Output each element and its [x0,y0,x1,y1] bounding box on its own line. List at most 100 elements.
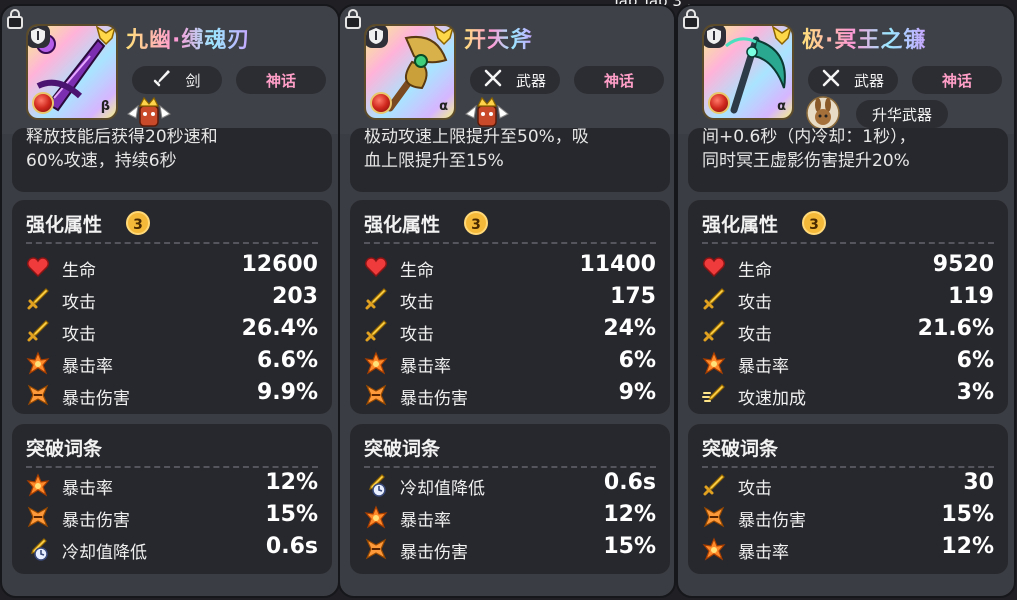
stat-row-value: 24% [603,316,656,341]
breakthrough-row-value: 12% [265,470,318,495]
rarity-label: 神话 [941,71,972,90]
stat-row: 暴击伤害 9% [364,380,656,410]
breakthrough-row: 攻击 30 [702,470,994,500]
crossed-swords-icon [484,69,502,91]
king-badge-icon[interactable] [464,96,510,130]
shield-tag-icon [366,26,388,48]
stat-row-value: 6.6% [256,348,318,373]
crit-damage-icon [26,505,50,529]
breakthrough-panel: 突破词条 暴击率 12% 暴击伤害 15% 冷却值降低 0.6s [12,424,332,574]
breakthrough-row: 暴击率 12% [26,470,318,500]
rarity-pill: 神话 [574,66,664,94]
breakthrough-title: 突破词条 [26,438,103,460]
breakthrough-row-value: 0.6s [603,470,656,495]
lock-icon[interactable] [680,8,702,30]
weapon-image[interactable]: β [26,24,118,120]
weapon-image[interactable]: α [364,24,456,120]
heart-icon [702,255,726,279]
stat-row-label: 攻速加成 [738,389,806,409]
divider [702,242,994,244]
breakthrough-row-value: 15% [941,502,994,527]
stat-row: 暴击率 6% [702,348,994,378]
rarity-pill: 神话 [912,66,1002,94]
weapon-type-pill: 武器 [808,66,898,94]
skill-description: 释放技能后获得20秒速和 60%攻速，持续6秒 [12,128,332,192]
stat-row: 攻击 175 [364,284,656,314]
stat-row: 生命 12600 [26,252,318,282]
stat-row: 攻击 21.6% [702,316,994,346]
breakthrough-row-label: 暴击伤害 [62,511,130,531]
card-header: α 开天斧 武器 神话 [340,6,674,134]
stat-row-value: 175 [610,284,656,309]
grade-letter: α [439,99,448,114]
breakthrough-row-value: 12% [603,502,656,527]
stat-row-value: 12600 [241,252,318,277]
stat-row: 攻击 24% [364,316,656,346]
enhance-title: 强化属性 [364,214,441,236]
breakthrough-row-value: 15% [603,534,656,559]
stat-row-value: 119 [948,284,994,309]
red-orb-icon [370,92,392,114]
divider [364,242,656,244]
stat-row-label: 攻击 [400,325,434,345]
crit-rate-icon [702,351,726,375]
breakthrough-row-label: 暴击伤害 [400,543,468,563]
sword-icon [702,473,726,497]
enhance-attributes-panel: 强化属性 3 生命 9520 攻击 119 攻击 21.6% 暴击率 6% 攻速… [688,200,1008,414]
rarity-pill: 神话 [236,66,326,94]
upgrade-weapon-button[interactable]: 升华武器 [856,100,948,128]
crit-damage-icon [26,383,50,407]
lock-icon[interactable] [4,8,26,30]
bunny-pet-icon[interactable] [806,96,840,130]
weapon-image[interactable]: α [702,24,794,120]
sword-icon [26,287,50,311]
stat-row: 生命 11400 [364,252,656,282]
stat-row-label: 攻击 [400,293,434,313]
weapon-card: β 九幽·缚魂刃 剑 神话 释放技能后获得20秒速和 60%攻速，持续6秒 强化… [0,4,340,598]
weapon-type-label: 武器 [853,71,884,90]
enhance-title: 强化属性 [702,214,779,236]
red-orb-icon [708,92,730,114]
stat-row-value: 11400 [579,252,656,277]
breakthrough-row-label: 暴击率 [62,479,113,499]
skill-description-text: 极动攻速上限提升至50%，吸 血上限提升至15% [364,128,589,171]
cooldown-icon [26,537,50,561]
skill-description: 极动攻速上限提升至50%，吸 血上限提升至15% [350,128,670,192]
breakthrough-title: 突破词条 [364,438,441,460]
breakthrough-row-label: 攻击 [738,479,772,499]
card-header: α 极·冥王之镰 武器 神话 升华武器 [678,6,1014,134]
skill-description-text: 释放技能后获得20秒速和 60%攻速，持续6秒 [26,128,218,171]
stat-row-value: 6% [956,348,994,373]
weapon-name: 九幽·缚魂刃 [126,22,250,54]
breakthrough-row: 暴击率 12% [702,534,994,564]
heart-icon [26,255,50,279]
breakthrough-row: 冷却值降低 0.6s [26,534,318,564]
skill-description: 间+0.6秒（内冷却：1秒）， 同时冥王虚影伤害提升20% [688,128,1008,192]
rank-corner-icon [94,26,116,48]
divider [702,466,994,468]
breakthrough-row-label: 暴击率 [738,543,789,563]
enhance-level-badge: 3 [126,211,150,235]
enhance-attributes-panel: 强化属性 3 生命 12600 攻击 203 攻击 26.4% 暴击率 6.6%… [12,200,332,414]
stat-row: 攻击 119 [702,284,994,314]
stat-row-value: 3% [956,380,994,405]
upgrade-weapon-label: 升华武器 [871,105,932,124]
weapon-type-pill: 剑 [132,66,222,94]
cooldown-icon [364,473,388,497]
stat-row-label: 暴击率 [738,357,789,377]
enhance-attributes-panel: 强化属性 3 生命 11400 攻击 175 攻击 24% 暴击率 6% 暴击伤… [350,200,670,414]
stat-row-value: 203 [272,284,318,309]
crit-rate-icon [364,351,388,375]
lock-icon[interactable] [342,8,364,30]
stat-row: 暴击率 6.6% [26,348,318,378]
divider [364,466,656,468]
stat-row-label: 攻击 [62,325,96,345]
rank-corner-icon [432,26,454,48]
king-badge-icon[interactable] [126,96,172,130]
card-header: β 九幽·缚魂刃 剑 神话 [2,6,338,134]
stat-row-label: 暴击伤害 [400,389,468,409]
shield-tag-icon [704,26,726,48]
weapon-name: 极·冥王之镰 [802,22,926,54]
rarity-label: 神话 [265,71,296,90]
sword-icon [702,319,726,343]
